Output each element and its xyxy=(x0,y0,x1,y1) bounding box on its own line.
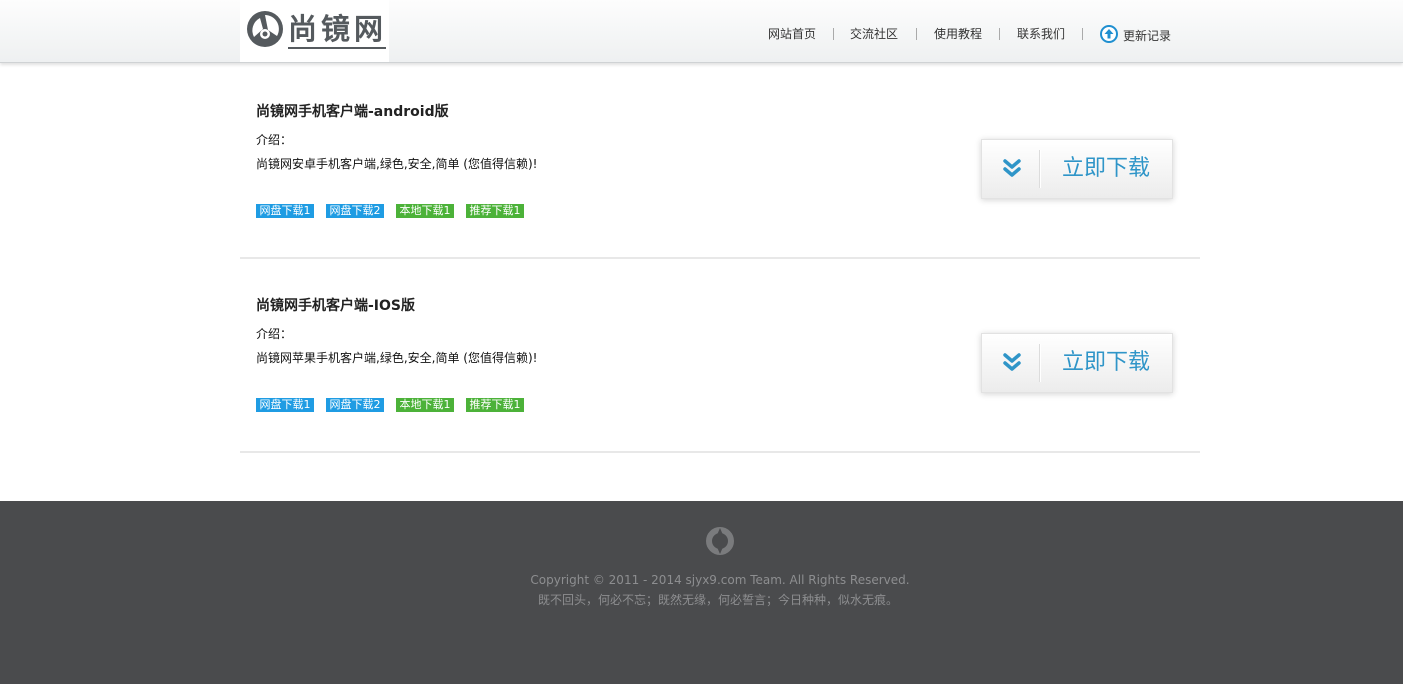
netdisk-download-1-link[interactable]: 网盘下载1 xyxy=(256,204,314,218)
netdisk-download-1-link[interactable]: 网盘下载1 xyxy=(256,398,314,412)
nav-contact[interactable]: 联系我们 xyxy=(1017,26,1065,42)
double-chevron-down-icon xyxy=(1003,353,1021,371)
download-section-ios: 尚镜网手机客户端-IOS版 介绍： 尚镜网苹果手机客户端,绿色,安全,简单 (您… xyxy=(240,257,1200,453)
site-logo[interactable]: 尚镜网 xyxy=(240,0,389,62)
nav-home[interactable]: 网站首页 xyxy=(768,26,816,42)
footer-copyright: Copyright © 2011 - 2014 sjyx9.com Team. … xyxy=(530,573,910,587)
intro-label: 介绍： xyxy=(256,133,293,147)
netdisk-download-2-link[interactable]: 网盘下载2 xyxy=(326,398,384,412)
recommended-download-link[interactable]: 推荐下载1 xyxy=(466,398,524,412)
netdisk-download-2-link[interactable]: 网盘下载2 xyxy=(326,204,384,218)
nav-separator xyxy=(916,28,917,40)
download-now-label: 立即下载 xyxy=(1062,156,1151,181)
section-description: 尚镜网安卓手机客户端,绿色,安全,简单 (您值得信赖)! xyxy=(256,157,538,171)
intro-label: 介绍： xyxy=(256,327,293,341)
arrow-up-circle-icon[interactable] xyxy=(1100,25,1118,43)
logo-text: 尚镜网 xyxy=(288,12,388,46)
section-description: 尚镜网苹果手机客户端,绿色,安全,简单 (您值得信赖)! xyxy=(256,351,538,365)
nav-separator xyxy=(833,28,834,40)
nav-community[interactable]: 交流社区 xyxy=(850,26,898,42)
nav-changelog[interactable]: 更新记录 xyxy=(1123,28,1171,44)
site-header: 尚镜网 网站首页 交流社区 使用教程 联系我们 更新记录 xyxy=(0,0,1403,63)
download-section-android: 尚镜网手机客户端-android版 介绍： 尚镜网安卓手机客户端,绿色,安全,简… xyxy=(240,63,1200,259)
nav-tutorial[interactable]: 使用教程 xyxy=(934,26,982,42)
download-now-button[interactable]: 立即下载 xyxy=(981,333,1173,393)
download-now-button[interactable]: 立即下载 xyxy=(981,139,1173,199)
local-download-link[interactable]: 本地下载1 xyxy=(396,204,454,218)
section-title: 尚镜网手机客户端-android版 xyxy=(256,104,449,120)
nav-separator xyxy=(1082,28,1083,40)
double-chevron-down-icon xyxy=(1003,159,1021,177)
logo-mark-icon xyxy=(247,11,283,47)
logo-underline xyxy=(288,47,386,49)
site-footer: Copyright © 2011 - 2014 sjyx9.com Team. … xyxy=(0,501,1403,684)
nav-separator xyxy=(999,28,1000,40)
button-divider xyxy=(1039,150,1040,188)
footer-motto: 既不回头，何必不忘；既然无缘，何必誓言；今日种种，似水无痕。 xyxy=(537,593,898,607)
section-title: 尚镜网手机客户端-IOS版 xyxy=(256,298,416,314)
recommended-download-link[interactable]: 推荐下载1 xyxy=(466,204,524,218)
local-download-link[interactable]: 本地下载1 xyxy=(396,398,454,412)
download-now-label: 立即下载 xyxy=(1062,350,1151,375)
button-divider xyxy=(1039,344,1040,382)
ring-logo-icon xyxy=(706,527,734,555)
